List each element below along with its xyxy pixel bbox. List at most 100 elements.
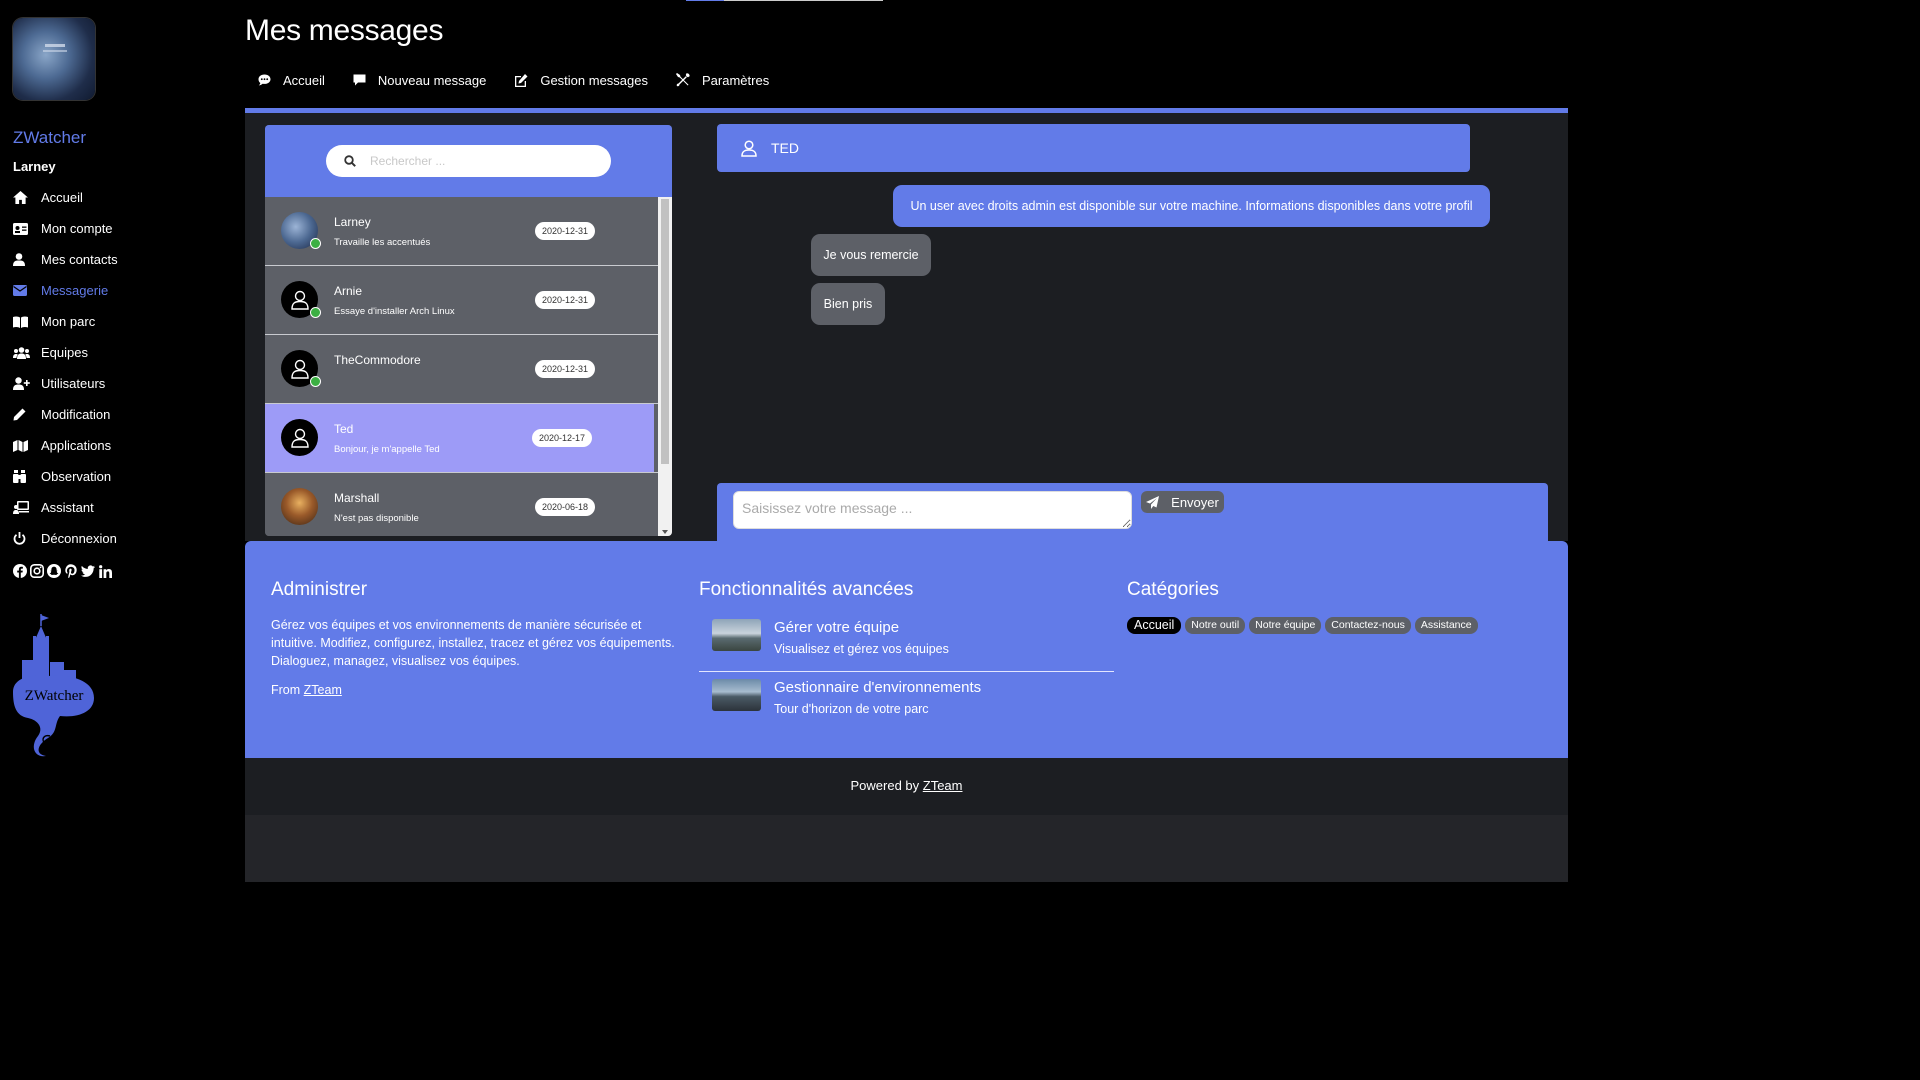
category-tag[interactable]: Assistance	[1414, 617, 1478, 634]
sidebar-item-utilisateurs[interactable]: Utilisateurs	[13, 368, 118, 399]
user-outline-icon	[290, 290, 309, 310]
user-outline-icon	[290, 359, 309, 379]
search-box	[326, 145, 611, 177]
conversation-item[interactable]: Arnie Essaye d'installer Arch Linux 2020…	[265, 266, 658, 335]
sidebar-item-applications[interactable]: Applications	[13, 430, 118, 461]
envelope-icon	[13, 285, 41, 296]
footer-categories-title: Catégories	[1127, 579, 1219, 600]
tools-icon	[676, 73, 690, 87]
message-incoming: Bien pris	[811, 283, 885, 325]
comment-icon	[353, 74, 366, 86]
facebook-icon[interactable]	[13, 564, 27, 578]
tab-nouveau-message[interactable]: Nouveau message	[353, 70, 486, 90]
conversation-item[interactable]: Larney Travaille les accentués 2020-12-3…	[265, 197, 658, 266]
book-icon	[13, 315, 41, 328]
send-button-label: Envoyer	[1171, 494, 1219, 510]
online-indicator	[310, 238, 321, 249]
tab-gestion-messages[interactable]: Gestion messages	[514, 70, 648, 90]
brand-name[interactable]: ZWatcher	[13, 128, 86, 148]
send-button[interactable]: Envoyer	[1141, 491, 1224, 513]
sidebar-item-observation[interactable]: Observation	[13, 461, 118, 492]
power-icon	[13, 532, 41, 545]
feature-thumbnail	[712, 619, 761, 651]
page-title: Mes messages	[245, 14, 444, 47]
feature-thumbnail	[712, 679, 761, 711]
message-input[interactable]	[733, 491, 1132, 529]
sidebar-item-mon-compte[interactable]: Mon compte	[13, 213, 118, 244]
date-badge: 2020-12-31	[535, 360, 595, 378]
chat-header: TED	[717, 124, 1470, 172]
twitter-icon[interactable]	[81, 564, 95, 578]
conversation-preview: Travaille les accentués	[334, 237, 431, 248]
feature-title: Gérer votre équipe	[774, 619, 900, 636]
pinterest-icon[interactable]	[64, 564, 78, 578]
feature-title: Gestionnaire d'environnements	[774, 679, 982, 696]
sidebar-item-messagerie[interactable]: Messagerie	[13, 275, 118, 306]
conversation-item[interactable]: Marshall N'est pas disponible 2020-06-18	[265, 473, 658, 536]
date-badge: 2020-12-31	[535, 291, 595, 309]
date-badge: 2020-12-31	[535, 222, 595, 240]
feature-subtitle: Tour d'horizon de votre parc	[774, 702, 929, 716]
instagram-icon[interactable]	[30, 564, 44, 578]
sidebar-item-equipes[interactable]: Equipes	[13, 337, 118, 368]
sidebar-item-label: Mes contacts	[41, 252, 118, 267]
category-tag[interactable]: Notre équipe	[1249, 617, 1322, 634]
category-tag[interactable]: Contactez-nous	[1325, 617, 1411, 634]
social-links	[13, 564, 112, 578]
sidebar-item-deconnexion[interactable]: Déconnexion	[13, 523, 118, 554]
chat-contact-name: TED	[771, 140, 799, 156]
sidebar-item-label: Déconnexion	[41, 531, 117, 546]
binoculars-icon	[13, 470, 41, 483]
feature-divider	[699, 671, 1114, 672]
online-indicator	[310, 376, 321, 387]
conversation-preview: Essaye d'installer Arch Linux	[334, 306, 455, 317]
zteam-link[interactable]: ZTeam	[304, 683, 342, 697]
conversation-panel-header	[265, 125, 672, 197]
feature-item[interactable]: Gérer votre équipe Visualisez et gérez v…	[699, 613, 1114, 671]
paper-plane-icon	[1146, 495, 1160, 509]
tab-label: Gestion messages	[540, 72, 648, 88]
sidebar-item-accueil[interactable]: Accueil	[13, 182, 118, 213]
scrollbar-thumb[interactable]	[661, 199, 669, 464]
conversation-name: Ted	[334, 422, 354, 436]
conversation-item-active[interactable]: Ted Bonjour, je m'appelle Ted 2020-12-17	[265, 404, 658, 473]
scroll-down-arrow-icon[interactable]	[662, 530, 668, 534]
profile-avatar[interactable]	[13, 18, 95, 100]
current-username: Larney	[13, 159, 56, 174]
sidebar-item-mes-contacts[interactable]: Mes contacts	[13, 244, 118, 275]
comment-dots-icon	[258, 74, 271, 86]
sidebar-item-modification[interactable]: Modification	[13, 399, 118, 430]
conversation-preview: N'est pas disponible	[334, 513, 419, 524]
tab-accueil[interactable]: Accueil	[258, 70, 325, 90]
home-icon	[13, 191, 41, 204]
sidebar-item-assistant[interactable]: Assistant	[13, 492, 118, 523]
map-icon	[13, 439, 41, 452]
message-tabs: Accueil Nouveau message Gestion messages…	[258, 70, 797, 90]
sidebar-nav: Accueil Mon compte Mes contacts Messager…	[13, 182, 118, 554]
conversation-scrollbar[interactable]	[658, 197, 672, 536]
tab-parametres[interactable]: Paramètres	[676, 70, 769, 90]
search-input[interactable]	[368, 153, 592, 169]
feature-item[interactable]: Gestionnaire d'environnements Tour d'hor…	[699, 673, 1114, 731]
conversation-name: Larney	[334, 215, 371, 229]
category-tag[interactable]: Accueil	[1127, 617, 1182, 634]
user-outline-icon	[741, 139, 757, 157]
footer-admin-title: Administrer	[271, 579, 368, 600]
message-incoming: Je vous remercie	[811, 234, 931, 276]
snapchat-icon[interactable]	[47, 564, 61, 578]
footer-from: From ZTeam	[271, 683, 342, 697]
category-tag[interactable]: Notre outil	[1185, 617, 1246, 634]
sidebar-item-mon-parc[interactable]: Mon parc	[13, 306, 118, 337]
feature-subtitle: Visualisez et gérez vos équipes	[774, 642, 949, 656]
pencil-icon	[13, 408, 41, 421]
linkedin-icon[interactable]	[98, 564, 112, 578]
sidebar-item-label: Equipes	[41, 345, 88, 360]
tab-label: Nouveau message	[377, 72, 487, 88]
user-plus-icon	[13, 377, 41, 390]
conversation-item[interactable]: TheCommodore 2020-12-31	[265, 335, 658, 404]
sidebar-item-label: Observation	[41, 469, 112, 484]
search-icon	[344, 155, 356, 167]
powered-by: Powered by ZTeam	[245, 778, 1568, 793]
conversation-name: TheCommodore	[334, 353, 421, 367]
zteam-footer-link[interactable]: ZTeam	[923, 778, 963, 793]
